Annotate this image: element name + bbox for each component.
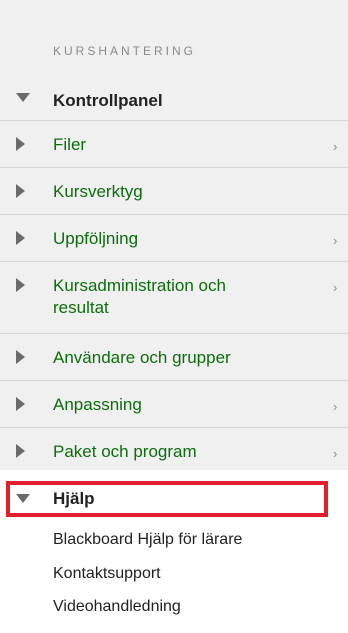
- control-panel-header[interactable]: Kontrollpanel: [0, 84, 348, 121]
- help-link-video-tutorials[interactable]: Videohandledning: [53, 597, 181, 617]
- expanded-triangle-icon: [16, 93, 30, 102]
- menu-item-label: Användare och grupper: [53, 348, 231, 367]
- help-highlight-box: [6, 481, 328, 517]
- collapsed-triangle-icon: [16, 444, 25, 458]
- menu-item-customization[interactable]: Anpassning ›: [0, 381, 348, 428]
- menu-item-files[interactable]: Filer ›: [0, 121, 348, 168]
- chevron-right-icon: ›: [333, 139, 338, 154]
- chevron-right-icon: ›: [333, 233, 338, 248]
- menu-item-label: Kursverktyg: [53, 182, 143, 201]
- collapsed-triangle-icon: [16, 137, 25, 151]
- chevron-right-icon: ›: [333, 446, 338, 461]
- menu-item-label: Anpassning: [53, 395, 142, 414]
- menu-item-packages-utilities[interactable]: Paket och program ›: [0, 428, 348, 470]
- menu-item-course-tools[interactable]: Kursverktyg: [0, 168, 348, 215]
- menu-item-users-groups[interactable]: Användare och grupper: [0, 334, 348, 381]
- menu-item-label: Filer: [53, 135, 87, 154]
- menu-item-label: Paket och program: [53, 442, 197, 461]
- control-panel-label: Kontrollpanel: [53, 91, 163, 110]
- collapsed-triangle-icon: [16, 350, 25, 364]
- collapsed-triangle-icon: [16, 278, 25, 292]
- chevron-right-icon: ›: [333, 399, 338, 414]
- menu-item-grade-center[interactable]: Kursadministration och resultat ›: [0, 262, 348, 334]
- collapsed-triangle-icon: [16, 397, 25, 411]
- menu-item-evaluation[interactable]: Uppföljning ›: [0, 215, 348, 262]
- collapsed-triangle-icon: [16, 184, 25, 198]
- menu-item-label: Kursadministration och resultat: [53, 276, 226, 317]
- course-management-panel: KURSHANTERING Kontrollpanel Filer › Kurs…: [0, 0, 348, 633]
- collapsed-triangle-icon: [16, 231, 25, 245]
- help-link-instructor-help[interactable]: Blackboard Hjälp för lärare: [53, 530, 242, 550]
- course-management-heading: KURSHANTERING: [53, 44, 197, 58]
- control-panel-menu: KURSHANTERING Kontrollpanel Filer › Kurs…: [0, 0, 348, 470]
- chevron-right-icon: ›: [333, 280, 338, 295]
- menu-item-label: Uppföljning: [53, 229, 139, 248]
- help-link-contact-support[interactable]: Kontaktsupport: [53, 564, 161, 584]
